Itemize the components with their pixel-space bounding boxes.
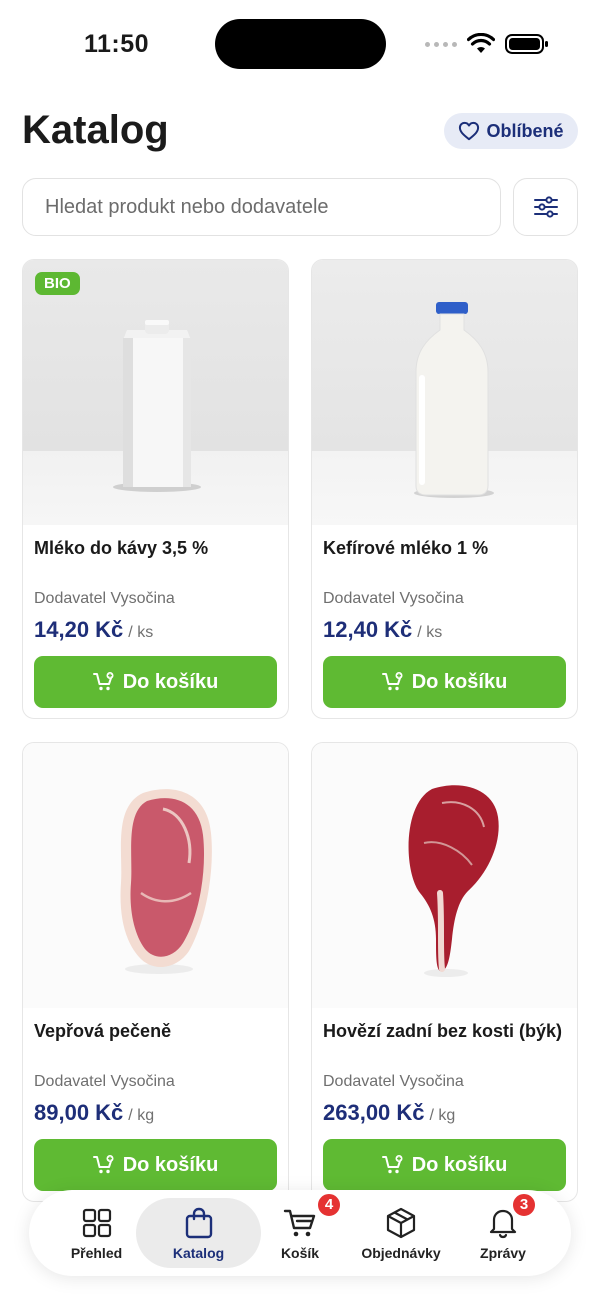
add-to-cart-label: Do košíku — [122, 1153, 219, 1176]
heart-icon — [459, 121, 480, 141]
dynamic-island — [215, 19, 386, 69]
product-image — [312, 743, 577, 1008]
pork-meat-image — [120, 789, 212, 974]
grid-icon — [82, 1208, 111, 1237]
nav-item-kosik[interactable]: 4 Košík — [254, 1190, 346, 1276]
cart-badge: 4 — [316, 1191, 342, 1218]
favorites-label: Oblíbené — [486, 120, 564, 141]
milk-carton-image — [113, 320, 201, 492]
bio-badge: BIO — [35, 272, 80, 295]
product-price: 263,00 Kč / kg — [323, 1100, 455, 1126]
status-bar: 11:50 — [0, 0, 600, 90]
messages-badge: 3 — [511, 1191, 537, 1218]
add-to-cart-label: Do košíku — [411, 670, 508, 693]
price-value: 14,20 Kč — [34, 617, 124, 642]
price-unit: / ks — [417, 624, 443, 641]
nav-label: Zprávy — [480, 1244, 526, 1261]
nav-item-objednavky[interactable]: Objednávky — [351, 1190, 451, 1276]
product-price: 89,00 Kč / kg — [34, 1100, 154, 1126]
cart-plus-icon — [381, 1155, 403, 1174]
signal-icon — [425, 41, 457, 47]
price-value: 12,40 Kč — [323, 617, 413, 642]
product-image: BIO — [23, 260, 288, 525]
product-card[interactable]: Kefírové mléko 1 % Dodavatel Vysočina 12… — [311, 259, 578, 719]
filter-button[interactable] — [513, 178, 578, 236]
nav-label: Košík — [280, 1244, 320, 1261]
nav-label: Katalog — [172, 1244, 225, 1261]
status-icons — [425, 33, 549, 55]
add-to-cart-button[interactable]: Do košíku — [323, 656, 566, 708]
product-image — [23, 743, 288, 1008]
price-unit: / kg — [429, 1107, 456, 1124]
product-supplier: Dodavatel Vysočina — [34, 1073, 175, 1090]
favorites-button[interactable]: Oblíbené — [444, 113, 578, 149]
product-name: Hovězí zadní bez kosti (býk) — [323, 1021, 563, 1041]
price-unit: / ks — [128, 624, 154, 641]
product-name: Mléko do kávy 3,5 % — [34, 538, 209, 558]
add-to-cart-button[interactable]: Do košíku — [34, 656, 277, 708]
product-image — [312, 260, 577, 525]
cart-plus-icon — [92, 672, 114, 691]
nav-item-prehled[interactable]: Přehled — [49, 1190, 144, 1276]
add-to-cart-label: Do košíku — [122, 670, 219, 693]
nav-label: Přehled — [70, 1244, 123, 1261]
product-price: 14,20 Kč / ks — [34, 617, 153, 643]
product-supplier: Dodavatel Vysočina — [34, 590, 175, 607]
bottom-nav: Přehled Katalog 4 Košík Objednávky 3 Zpr… — [29, 1190, 571, 1276]
beef-meat-image — [408, 785, 499, 977]
add-to-cart-label: Do košíku — [411, 1153, 508, 1176]
nav-label: Objednávky — [361, 1244, 441, 1261]
price-value: 89,00 Kč — [34, 1100, 124, 1125]
product-name: Kefírové mléko 1 % — [323, 538, 489, 558]
product-card[interactable]: BIO Mléko do kávy 3,5 % Dodavatel Vysoči… — [22, 259, 289, 719]
nav-item-katalog[interactable]: Katalog — [136, 1190, 261, 1276]
product-card[interactable]: Hovězí zadní bez kosti (býk) Dodavatel V… — [311, 742, 578, 1202]
search-box[interactable] — [22, 178, 501, 236]
product-supplier: Dodavatel Vysočina — [323, 590, 464, 607]
status-time: 11:50 — [84, 30, 150, 58]
page-title: Katalog — [22, 108, 169, 152]
product-price: 12,40 Kč / ks — [323, 617, 442, 643]
price-value: 263,00 Kč — [323, 1100, 425, 1125]
nav-item-zpravy[interactable]: 3 Zprávy — [457, 1190, 549, 1276]
product-supplier: Dodavatel Vysočina — [323, 1073, 464, 1090]
milk-bottle-image — [414, 302, 494, 498]
bag-icon — [185, 1207, 212, 1238]
search-input[interactable] — [45, 195, 478, 219]
sliders-icon — [533, 196, 558, 218]
product-name: Vepřová pečeně — [34, 1021, 172, 1041]
product-card[interactable]: Vepřová pečeně Dodavatel Vysočina 89,00 … — [22, 742, 289, 1202]
cart-plus-icon — [92, 1155, 114, 1174]
add-to-cart-button[interactable]: Do košíku — [323, 1139, 566, 1191]
wifi-icon — [467, 33, 495, 53]
cart-icon — [283, 1209, 316, 1236]
box-icon — [386, 1207, 416, 1238]
cart-plus-icon — [381, 672, 403, 691]
price-unit: / kg — [128, 1107, 155, 1124]
add-to-cart-button[interactable]: Do košíku — [34, 1139, 277, 1191]
battery-icon — [505, 34, 548, 54]
